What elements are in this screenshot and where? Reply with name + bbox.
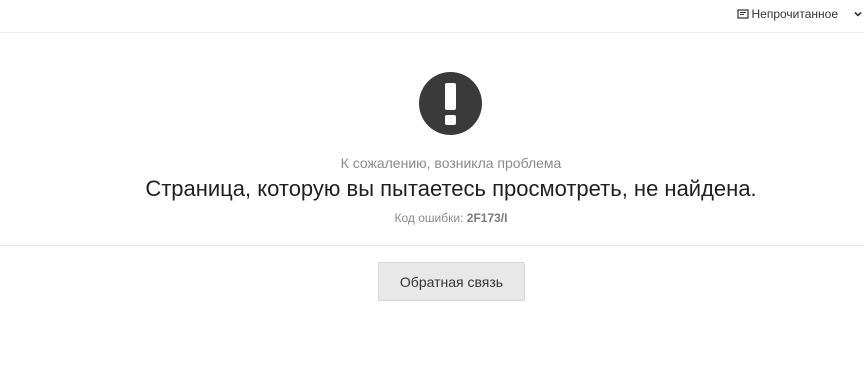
error-code-label: Код ошибки: bbox=[394, 211, 464, 225]
error-code: Код ошибки: 2F173/I bbox=[0, 211, 864, 225]
unread-label: Непрочитанное bbox=[751, 7, 838, 21]
unread-dropdown[interactable]: Непрочитанное bbox=[737, 5, 862, 23]
feedback-button[interactable]: Обратная связь bbox=[378, 262, 525, 301]
top-bar: Непрочитанное bbox=[0, 0, 864, 33]
exclamation-icon bbox=[419, 72, 482, 135]
error-message: Страница, которую вы пытаетесь просмотре… bbox=[145, 176, 757, 201]
mail-icon bbox=[737, 8, 750, 20]
error-code-value: 2F173/I bbox=[466, 211, 508, 225]
error-page: Непрочитанное К сожалению, возникла проб… bbox=[0, 0, 864, 380]
chevron-down-icon bbox=[854, 10, 862, 18]
error-subtitle: К сожалению, возникла проблема bbox=[340, 155, 562, 171]
divider bbox=[0, 245, 864, 246]
